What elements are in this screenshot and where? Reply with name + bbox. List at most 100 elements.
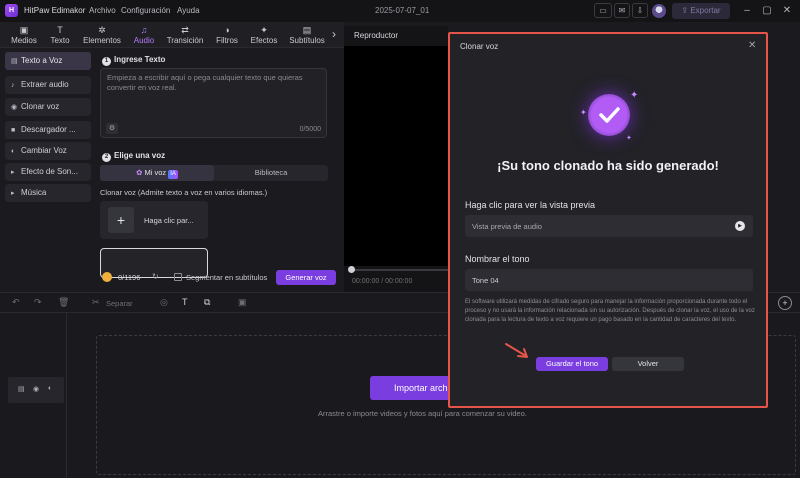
app-logo: H: [5, 4, 18, 17]
chevron-right-icon: ▸: [11, 169, 15, 176]
delete-icon[interactable]: 🗑: [58, 297, 69, 308]
audio-preview-field[interactable]: Vista previa de audio ▶: [465, 215, 753, 237]
avatar[interactable]: [652, 4, 666, 18]
subtitles-icon: ▤: [302, 25, 312, 35]
player-panel: Reproductor 00:00:00 / 00:00:00: [344, 26, 448, 292]
clone-voice-icon: ◉: [11, 104, 18, 111]
tab-label: Audio: [133, 36, 155, 45]
tab-elementos[interactable]: ✲ Elementos: [80, 22, 124, 48]
sidebar-item-label: Música: [21, 188, 47, 197]
step-number: 2: [102, 153, 111, 162]
app-window: H HitPaw Edimakor Archivo Configuración …: [0, 0, 800, 478]
download-icon[interactable]: ⇩: [632, 3, 648, 18]
tab-audio[interactable]: ♫ Audio: [129, 22, 159, 48]
clone-card-label: Haga clic par...: [144, 216, 194, 225]
crop-icon[interactable]: ⧉: [204, 297, 210, 308]
play-icon[interactable]: ▶: [735, 221, 745, 231]
app-title: HitPaw Edimakor: [24, 6, 86, 15]
segment-label: Segmentar en subtítulos: [186, 273, 268, 282]
sidebar-item-label: Cambiar Voz: [21, 146, 67, 155]
tab-transicion[interactable]: ⇄ Transición: [164, 22, 206, 48]
text-input[interactable]: Empieza a escribir aquí o pega cualquier…: [100, 68, 327, 138]
filters-icon: ◑: [224, 25, 230, 35]
sidebar-item-efecto-sonido[interactable]: ▸ Efecto de Son...: [5, 163, 91, 181]
media-icon: ▣: [19, 25, 29, 35]
step2-title: 2 Elige una voz: [102, 151, 165, 162]
tab-biblioteca[interactable]: Biblioteca: [214, 165, 328, 181]
text-tool-icon[interactable]: ⚙: [106, 123, 118, 134]
track-header: ▤ ◉ ◐: [8, 377, 64, 403]
sidebar-item-extraer-audio[interactable]: ♪ Extraer audio: [5, 76, 91, 94]
split-label[interactable]: Separar: [106, 299, 133, 308]
player-scrubber[interactable]: [348, 266, 355, 273]
refresh-icon[interactable]: ↻: [152, 272, 159, 281]
sparkle-icon: ✦: [626, 135, 632, 142]
import-files-button[interactable]: Importar archivos: [370, 376, 460, 400]
tab-subtitulos[interactable]: ▤ Subtítulos: [286, 22, 328, 48]
menu-configuracion[interactable]: Configuración: [121, 6, 170, 15]
tab-mi-voz-label: Mi voz: [144, 168, 167, 177]
sidebar-item-label: Efecto de Son...: [21, 167, 78, 176]
effects-icon: ✦: [260, 25, 268, 35]
player-progress[interactable]: [350, 269, 448, 271]
segment-checkbox[interactable]: [174, 273, 182, 281]
sidebar-item-label: Clonar voz: [21, 102, 60, 111]
audio-icon: ♫: [140, 25, 148, 35]
generate-voice-button[interactable]: Generar voz: [276, 270, 336, 285]
sidebar-item-label: Texto a Voz: [21, 56, 63, 65]
undo-icon[interactable]: ↶: [12, 297, 20, 308]
add-track-icon[interactable]: +: [778, 296, 792, 310]
freeze-frame-icon[interactable]: ▣: [238, 297, 247, 308]
tab-medios[interactable]: ▣ Medios: [6, 22, 42, 48]
chevron-right-icon[interactable]: ›: [328, 22, 340, 48]
close-icon[interactable]: ✕: [748, 40, 756, 51]
step1-title: 1 Ingrese Texto: [102, 55, 165, 66]
tab-efectos[interactable]: ✦ Efectos: [247, 22, 281, 48]
tab-label: Filtros: [216, 36, 238, 45]
tone-name-input[interactable]: Tone 04: [465, 269, 753, 291]
marker-icon[interactable]: ◎: [160, 297, 168, 308]
name-title: Nombrar el tono: [465, 254, 530, 264]
visibility-icon[interactable]: ◉: [33, 385, 39, 393]
sidebar-item-cambiar-voz[interactable]: ◐ Cambiar Voz: [5, 142, 91, 160]
tab-texto[interactable]: T Texto: [46, 22, 74, 48]
minimize-icon[interactable]: –: [740, 4, 754, 18]
mute-icon[interactable]: ◐: [48, 385, 52, 392]
maximize-icon[interactable]: ▢: [760, 4, 774, 18]
menu-archivo[interactable]: Archivo: [89, 6, 116, 15]
tab-filtros[interactable]: ◑ Filtros: [210, 22, 244, 48]
sparkle-icon: ✦: [630, 90, 639, 101]
export-button[interactable]: ⇪ Exportar: [672, 3, 730, 19]
monitor-icon[interactable]: ▭: [594, 3, 612, 18]
export-label: Exportar: [690, 6, 721, 15]
clone-voice-card[interactable]: + Haga clic par...: [100, 201, 208, 239]
text-to-voice-panel: 1 Ingrese Texto Empieza a escribir aquí o…: [96, 52, 336, 292]
chevron-right-icon: ▸: [11, 190, 15, 197]
step1-label: Ingrese Texto: [114, 55, 166, 64]
tool-tabs: ▣ Medios T Texto ✲ Elementos ♫ Audio ⇄ Transi…: [0, 22, 344, 48]
export-icon: ⇪: [681, 6, 691, 15]
sparkle-icon: ✦: [580, 108, 587, 117]
step-number: 1: [102, 57, 111, 66]
close-window-icon[interactable]: ✕: [780, 4, 794, 18]
sidebar-item-musica[interactable]: ▸ Música: [5, 184, 91, 202]
crown-icon: ✿: [136, 168, 145, 177]
lock-icon[interactable]: ▤: [18, 385, 25, 393]
menu-ayuda[interactable]: Ayuda: [177, 6, 200, 15]
tab-mi-voz[interactable]: ✿ Mi voz IA: [100, 165, 214, 181]
redo-icon[interactable]: ↷: [34, 297, 42, 308]
split-icon[interactable]: ✂: [92, 297, 100, 308]
elements-icon: ✲: [98, 25, 106, 35]
sidebar-item-clonar-voz[interactable]: ◉ Clonar voz: [5, 98, 91, 116]
feedback-icon[interactable]: ✉: [614, 3, 630, 18]
text-box-icon[interactable]: T: [182, 297, 188, 307]
voice-tabs: ✿ Mi voz IA Biblioteca: [100, 165, 328, 181]
sidebar-item-texto-a-voz[interactable]: ▤ Texto a Voz: [5, 52, 91, 70]
clone-hint: Clonar voz (Admite texto a voz en varios…: [100, 188, 268, 197]
success-heading: ¡Su tono clonado ha sido generado!: [497, 158, 719, 173]
save-tone-button[interactable]: Guardar el tono: [536, 357, 608, 371]
credits-count: 0/1196: [118, 273, 141, 282]
back-button[interactable]: Volver: [612, 357, 684, 371]
sidebar-item-descargador[interactable]: ■ Descargador ...: [5, 121, 91, 139]
pointer-arrow-icon: [505, 343, 528, 358]
